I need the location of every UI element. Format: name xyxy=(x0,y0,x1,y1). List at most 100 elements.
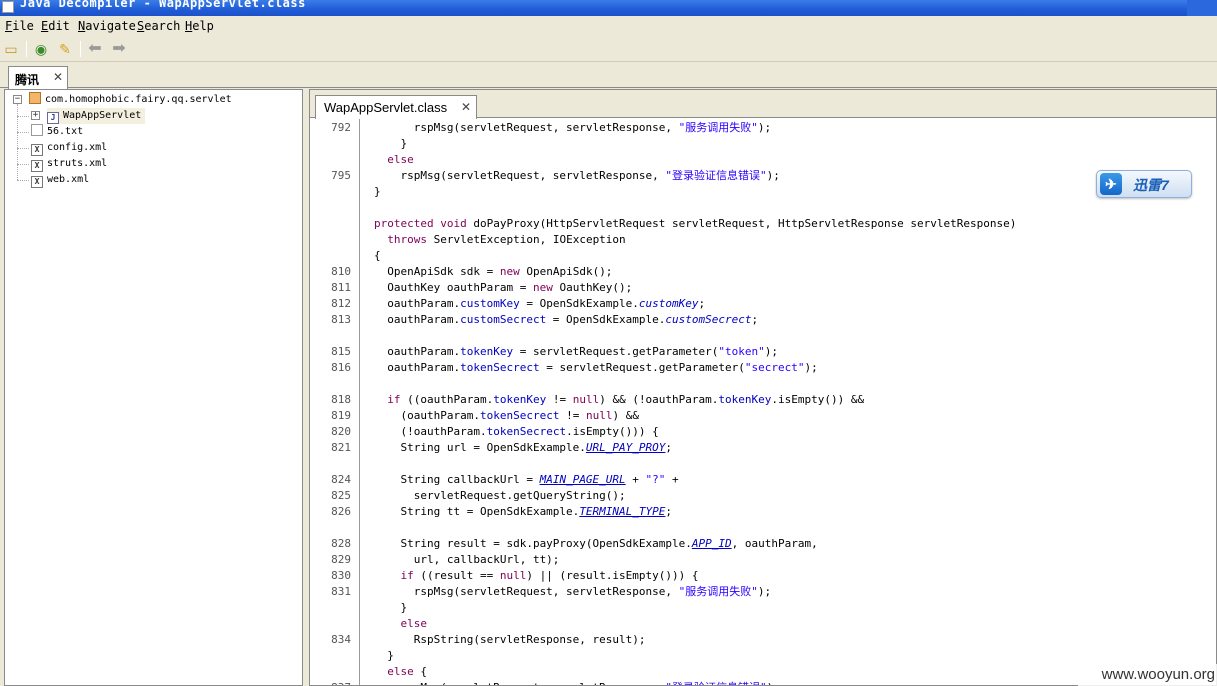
code-line: OauthKey oauthParam = new OauthKey(); xyxy=(374,281,633,294)
tree-package-label: com.homophobic.fairy.qq.servlet xyxy=(45,94,232,105)
xml-file-icon: X xyxy=(31,144,43,156)
tree-file[interactable]: 56.txt xyxy=(31,124,83,140)
code-editor[interactable]: 792 795 810 811 812 813 815 816 818 819 820 821 824 8… xyxy=(310,119,1216,685)
code-line: OpenApiSdk sdk = new OpenApiSdk(); xyxy=(374,265,613,278)
tree-class[interactable]: J WapAppServlet xyxy=(47,108,146,124)
forward-arrow-icon[interactable]: ➡ xyxy=(110,40,128,58)
line-number: 820 xyxy=(331,425,351,438)
editor-pane: WapAppServlet.class ✕ 792 795 810 811 812 813… xyxy=(309,89,1217,686)
watermark: www.wooyun.org xyxy=(1078,664,1217,686)
toolbar-separator xyxy=(80,41,81,57)
line-number: 813 xyxy=(331,313,351,326)
code-line: rspMsg(servletRequest, servletResponse, … xyxy=(374,585,772,598)
toolbar-separator xyxy=(26,41,27,57)
back-arrow-icon[interactable]: ⬅ xyxy=(86,40,104,58)
code-line: RspString(servletResponse, result); xyxy=(374,633,646,646)
line-number: 830 xyxy=(331,569,351,582)
menu-navigate[interactable]: Navigate xyxy=(78,19,136,33)
code-line: } xyxy=(374,649,394,662)
code-line: else xyxy=(387,153,414,166)
line-number: 819 xyxy=(331,409,351,422)
code-line: } xyxy=(374,601,408,614)
java-class-icon: J xyxy=(47,112,59,124)
code-line: { xyxy=(374,249,381,262)
folder-open-icon[interactable]: ▭ xyxy=(2,40,20,58)
tree-file[interactable]: Xstruts.xml xyxy=(31,156,107,172)
xunlei-float-widget[interactable]: ✈ 迅雷7 xyxy=(1096,170,1192,198)
line-number: 815 xyxy=(331,345,351,358)
code-line: if ((oauthParam.tokenKey != null) && (!o… xyxy=(387,393,865,406)
code-line: oauthParam.customSecrect = OpenSdkExampl… xyxy=(374,313,759,326)
tree-file-label: web.xml xyxy=(47,174,90,185)
menu-help[interactable]: Help xyxy=(185,19,214,33)
tree-file[interactable]: Xconfig.xml xyxy=(31,140,107,156)
close-icon[interactable]: ✕ xyxy=(461,100,471,114)
tab-wapappservlet[interactable]: WapAppServlet.class ✕ xyxy=(315,95,477,119)
menu-search[interactable]: Search xyxy=(137,19,180,33)
xunlei-label: 迅雷7 xyxy=(1133,177,1169,193)
search-icon[interactable]: ✎ xyxy=(56,40,74,58)
menu-edit[interactable]: Edit xyxy=(41,19,70,33)
window-controls[interactable] xyxy=(1187,0,1217,16)
close-icon[interactable]: ✕ xyxy=(53,70,63,84)
code-line: (oauthParam.tokenSecrect != null) && xyxy=(374,409,639,422)
code-line: oauthParam.tokenSecrect = servletRequest… xyxy=(374,361,818,374)
line-number-gutter: 792 795 810 811 812 813 815 816 818 819 820 821 824 8… xyxy=(310,119,360,685)
xml-file-icon: X xyxy=(31,160,43,172)
archive-tab-strip: 腾讯 ✕ xyxy=(0,62,1217,89)
tree-package[interactable]: com.homophobic.fairy.qq.servlet xyxy=(29,92,232,108)
tab-archive-label: 腾讯 xyxy=(15,73,40,87)
code-line: oauthParam.customKey = OpenSdkExample.cu… xyxy=(374,297,706,310)
tree-file-label: 56.txt xyxy=(47,126,84,137)
title-bar: Java Decompiler - WapAppServlet.class xyxy=(0,0,1217,16)
line-number: 834 xyxy=(331,633,351,646)
code-line: String url = OpenSdkExample.URL_PAY_PROY… xyxy=(374,441,673,454)
line-number: 810 xyxy=(331,265,351,278)
tab-archive[interactable]: 腾讯 ✕ xyxy=(8,66,68,89)
expand-icon[interactable]: + xyxy=(31,111,40,120)
line-number: 828 xyxy=(331,537,351,550)
line-number: 818 xyxy=(331,393,351,406)
line-number: 826 xyxy=(331,505,351,518)
code-line: url, callbackUrl, tt); xyxy=(374,553,560,566)
code-line: String result = sdk.payProxy(OpenSdkExam… xyxy=(374,537,818,550)
package-icon xyxy=(29,92,41,104)
code-line: else xyxy=(400,617,428,630)
code-line: servletRequest.getQueryString(); xyxy=(374,489,626,502)
tree-file[interactable]: Xweb.xml xyxy=(31,172,89,188)
code-line: } xyxy=(374,137,408,150)
code-line: rspMsg(servletRequest, servletResponse, … xyxy=(374,169,780,182)
code-line: protected void doPayProxy(HttpServletReq… xyxy=(374,217,1017,230)
app-icon xyxy=(2,1,14,13)
code-line: oauthParam.tokenKey = servletRequest.get… xyxy=(374,345,778,358)
text-file-icon xyxy=(31,124,43,136)
editor-tab-label: WapAppServlet.class xyxy=(324,100,448,115)
code-line: } xyxy=(374,185,381,198)
toolbar: ▭ ◉ ✎ ⬅ ➡ xyxy=(0,36,1217,62)
tree-file-label: struts.xml xyxy=(47,158,108,169)
xml-file-icon: X xyxy=(31,176,43,188)
open-type-icon[interactable]: ◉ xyxy=(32,40,50,58)
package-tree-pane: − com.homophobic.fairy.qq.servlet + J Wap… xyxy=(4,89,303,686)
line-number: 811 xyxy=(331,281,351,294)
line-number: 816 xyxy=(331,361,351,374)
code-line: (!oauthParam.tokenSecrect.isEmpty())) { xyxy=(374,425,659,438)
line-number: 829 xyxy=(331,553,351,566)
tree-class-label: WapAppServlet xyxy=(63,110,142,121)
package-tree: − com.homophobic.fairy.qq.servlet + J Wap… xyxy=(5,90,302,685)
code-line: rspMsg(servletRequest, servletResponse, … xyxy=(374,121,772,134)
xunlei-bird-icon: ✈ xyxy=(1100,173,1122,195)
line-number: 831 xyxy=(331,585,351,598)
tree-file-label: config.xml xyxy=(47,142,108,153)
window-title: Java Decompiler - WapAppServlet.class xyxy=(20,0,306,10)
code-line: else { xyxy=(387,665,427,678)
line-number: 795 xyxy=(331,169,351,182)
editor-tab-strip: WapAppServlet.class ✕ xyxy=(310,90,1216,119)
code-line: String tt = OpenSdkExample.TERMINAL_TYPE… xyxy=(374,505,673,518)
menu-file[interactable]: File xyxy=(5,19,34,33)
line-number: 821 xyxy=(331,441,351,454)
collapse-icon[interactable]: − xyxy=(13,95,22,104)
line-number: 825 xyxy=(331,489,351,502)
line-number: 824 xyxy=(331,473,351,486)
line-number: 792 xyxy=(331,121,351,134)
